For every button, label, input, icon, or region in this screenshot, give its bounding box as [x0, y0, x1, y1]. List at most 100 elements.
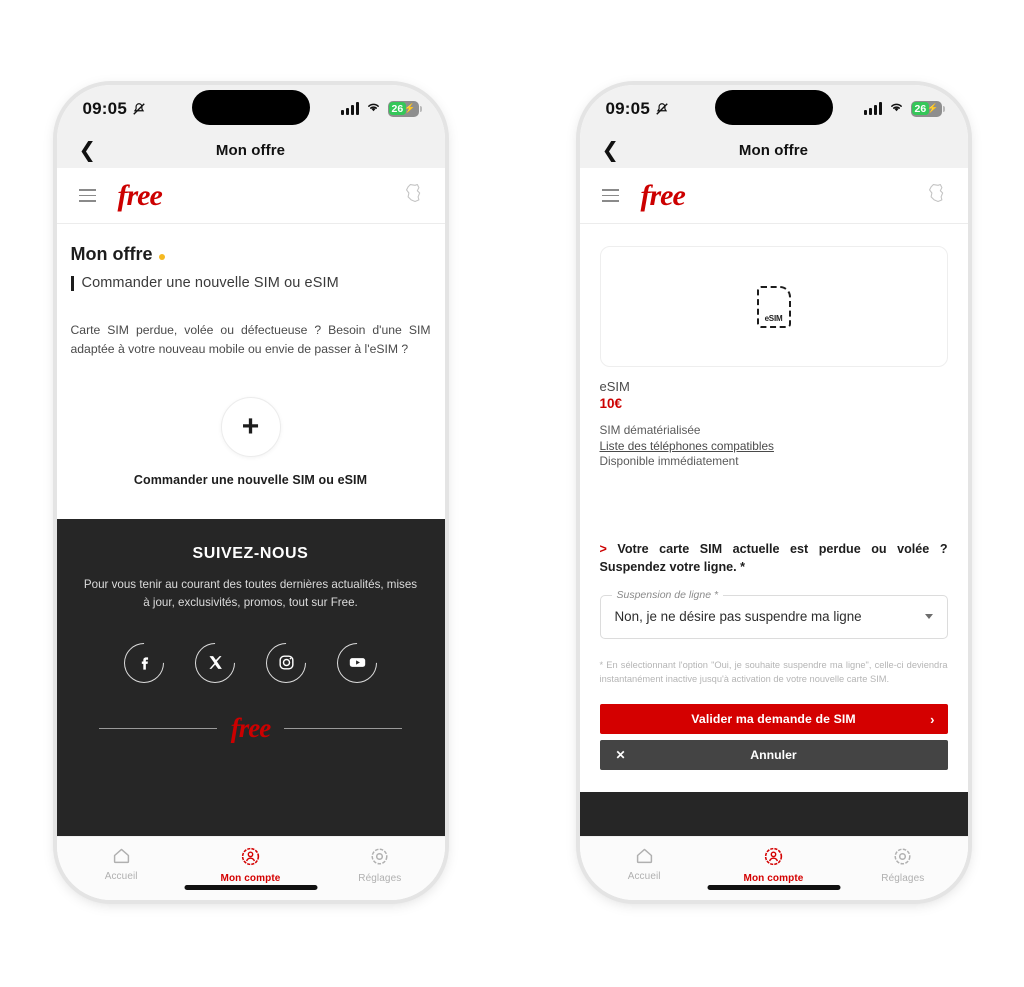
dynamic-island — [191, 90, 310, 125]
home-indicator — [707, 885, 840, 890]
order-sim-block: + Commander une nouvelle SIM ou eSIM — [71, 396, 431, 487]
wifi-icon — [366, 100, 381, 118]
close-icon: ✕ — [615, 748, 626, 763]
cellular-bars-icon — [340, 102, 359, 115]
bell-off-icon — [655, 102, 669, 116]
status-indicators: 26 ⚡ — [340, 100, 422, 118]
battery-indicator: 26 ⚡ — [387, 100, 422, 117]
suspension-select-label: Suspension de ligne * — [611, 588, 724, 601]
follow-us-footer: SUIVEZ-NOUS Pour vous tenir au courant d… — [56, 518, 445, 836]
offer-description: Carte SIM perdue, volée ou défectueuse ?… — [70, 323, 431, 356]
hamburger-menu-icon[interactable] — [601, 189, 619, 202]
tab-label-accueil: Accueil — [627, 871, 661, 882]
divider-right — [284, 727, 403, 729]
home-indicator — [184, 885, 317, 890]
section-subtitle: Commander une nouvelle SIM ou eSIM — [70, 275, 431, 291]
charging-bolt-icon: ⚡ — [404, 103, 416, 113]
chevron-down-icon — [924, 614, 933, 620]
add-sim-label: Commander une nouvelle SIM ou eSIM — [133, 472, 368, 487]
tab-label-accueil: Accueil — [104, 871, 138, 882]
tab-mon-compte[interactable]: Mon compte — [709, 846, 838, 884]
footer-free-logo: free — [230, 712, 271, 743]
native-nav-bar-right: ❮ Mon offre — [579, 132, 968, 168]
tab-mon-compte[interactable]: Mon compte — [186, 846, 315, 884]
tab-label-mon-compte: Mon compte — [743, 873, 804, 884]
esim-card-icon: eSIM — [756, 285, 791, 328]
instagram-icon[interactable] — [257, 634, 315, 692]
tab-bar-right: Accueil Mon compte Réglages — [579, 836, 968, 900]
phone-mockup-left: 09:05 26 ⚡ ❮ Mon offre free Mon offre Co… — [56, 85, 445, 900]
tab-label-mon-compte: Mon compte — [220, 873, 281, 884]
subtitle-accent-bar — [70, 275, 74, 291]
chevron-right-icon: › — [930, 711, 935, 727]
settings-gear-icon — [371, 848, 388, 865]
status-bar-left: 09:05 26 ⚡ — [56, 85, 445, 132]
esim-order-form: eSIM eSIM 10€ SIM dématérialisée Liste d… — [580, 224, 968, 771]
question-marker: > — [599, 542, 607, 557]
home-icon — [113, 848, 129, 864]
battery-indicator: 26 ⚡ — [910, 100, 945, 117]
section-heading: Mon offre — [71, 244, 431, 265]
france-map-icon[interactable] — [927, 183, 946, 208]
suspension-select-value: Non, je ne désire pas suspendre ma ligne — [614, 609, 862, 625]
page-title: Mon offre — [215, 141, 286, 159]
tab-reglages[interactable]: Réglages — [838, 846, 967, 884]
native-nav-bar-left: ❮ Mon offre — [56, 132, 445, 168]
tab-accueil[interactable]: Accueil — [580, 846, 709, 882]
meta-line-2: Disponible immédiatement — [599, 454, 739, 469]
offer-section: Mon offre Commander une nouvelle SIM ou … — [57, 224, 445, 487]
suspension-select[interactable]: Suspension de ligne * Non, je ne désire … — [599, 588, 948, 639]
charging-bolt-icon: ⚡ — [927, 103, 939, 113]
status-time: 09:05 — [82, 98, 127, 118]
follow-us-description: Pour vous tenir au courant des toutes de… — [83, 577, 418, 610]
footer-logo-row: free — [83, 712, 419, 743]
status-indicators: 26 ⚡ — [863, 100, 945, 118]
free-logo: free — [640, 178, 686, 212]
x-twitter-icon[interactable] — [186, 634, 244, 692]
phone-mockup-right: 09:05 26 ⚡ ❮ Mon offre free eSIM eSIM 10… — [579, 85, 968, 900]
facebook-icon[interactable] — [115, 634, 173, 692]
youtube-icon[interactable] — [328, 634, 386, 692]
footer-dark-strip — [579, 792, 968, 836]
settings-gear-icon — [894, 848, 911, 865]
validate-sim-label: Valider ma demande de SIM — [691, 712, 856, 727]
battery-level: 26 — [391, 102, 404, 115]
account-icon — [764, 847, 783, 866]
france-map-icon[interactable] — [404, 183, 423, 208]
social-links — [83, 634, 419, 692]
free-logo: free — [117, 178, 163, 212]
divider-left — [98, 727, 217, 729]
cancel-label: Annuler — [750, 748, 797, 763]
app-header-right: free — [579, 168, 968, 224]
tab-accueil[interactable]: Accueil — [57, 846, 186, 882]
tab-bar-left: Accueil Mon compte Réglages — [56, 836, 445, 900]
page-title: Mon offre — [738, 141, 809, 159]
validate-sim-button[interactable]: Valider ma demande de SIM › — [599, 704, 948, 735]
hamburger-menu-icon[interactable] — [78, 189, 96, 202]
product-meta: SIM dématérialisée Liste des téléphones … — [600, 423, 948, 470]
screenshot-stage: 09:05 26 ⚡ ❮ Mon offre free Mon offre Co… — [0, 0, 1024, 987]
tab-label-reglages: Réglages — [358, 873, 402, 884]
screen-content-left: Mon offre Commander une nouvelle SIM ou … — [56, 224, 445, 836]
home-icon — [636, 848, 652, 864]
compatible-phones-link[interactable]: Liste des téléphones compatibles — [600, 439, 774, 453]
cancel-button[interactable]: ✕ Annuler — [599, 740, 948, 771]
tab-reglages[interactable]: Réglages — [315, 846, 444, 884]
esim-card-icon-label: eSIM — [764, 313, 783, 323]
cellular-bars-icon — [863, 102, 882, 115]
status-time: 09:05 — [605, 98, 650, 118]
esim-product-card[interactable]: eSIM — [599, 246, 948, 367]
add-sim-button[interactable]: + — [220, 396, 281, 457]
screen-content-right: eSIM eSIM 10€ SIM dématérialisée Liste d… — [579, 224, 968, 836]
dynamic-island — [714, 90, 833, 125]
meta-line-1: SIM dématérialisée — [599, 423, 701, 437]
amber-dot-indicator — [159, 254, 166, 260]
suspension-question: > Votre carte SIM actuelle est perdue ou… — [600, 540, 948, 577]
subtitle-text: Commander une nouvelle SIM ou eSIM — [81, 275, 339, 291]
suspension-footnote: * En sélectionnant l'option "Oui, je sou… — [599, 659, 948, 684]
tab-label-reglages: Réglages — [881, 873, 925, 884]
app-header-left: free — [56, 168, 445, 224]
wifi-icon — [889, 100, 904, 118]
suspension-question-block: > Votre carte SIM actuelle est perdue ou… — [599, 540, 948, 771]
account-icon — [241, 847, 260, 866]
